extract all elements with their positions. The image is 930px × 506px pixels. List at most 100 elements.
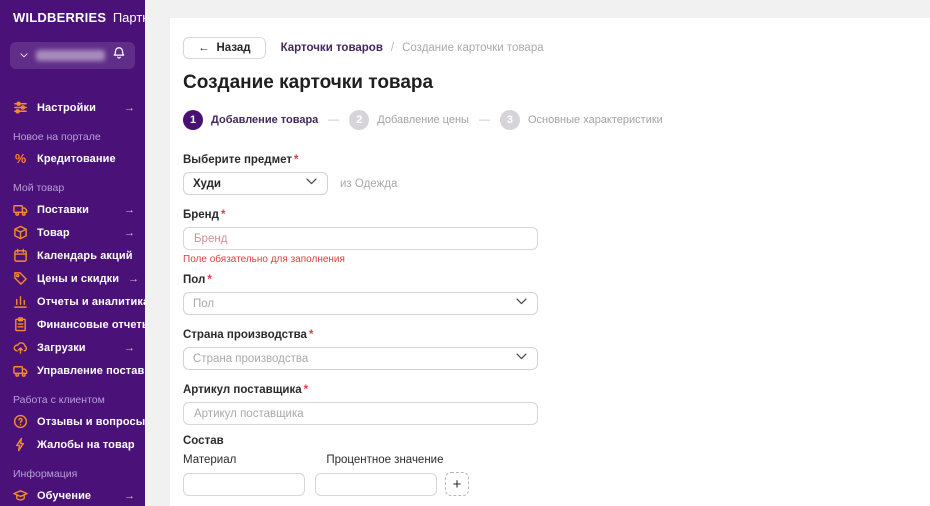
tag-icon (13, 271, 28, 286)
composition-section: Состав Материал Процентное значение + (183, 435, 910, 496)
step-3-label: Основные характеристики (528, 114, 663, 126)
subject-category-hint: из Одежда (340, 178, 397, 190)
cloud-upload-icon (13, 340, 28, 355)
article-input[interactable] (183, 402, 538, 425)
product-form: Выберите предмет* Худи из Одежда (183, 154, 910, 506)
required-mark: * (309, 329, 313, 341)
arrow-right-icon: → (124, 102, 135, 114)
clipboard-icon (13, 317, 28, 332)
step-2-label: Добавление цены (377, 114, 469, 126)
chevron-down-icon (305, 175, 318, 193)
stepper: 1 Добавление товара — 2 Добавление цены … (183, 110, 910, 130)
breadcrumb-link-product-cards[interactable]: Карточки товаров (281, 42, 383, 54)
sidebar-item-label: Товар (37, 227, 115, 239)
back-button-label: Назад (217, 42, 251, 54)
sidebar-item-label: Обучение (37, 490, 115, 502)
sidebar-item-financial-reports[interactable]: Финансовые отчеты (0, 313, 145, 336)
sidebar-section-new-on-portal: Новое на портале (13, 131, 145, 143)
arrow-right-icon: → (124, 342, 135, 354)
breadcrumb-current: Создание карточки товара (402, 42, 544, 54)
brand-error-message: Поле обязательно для заполнения (183, 254, 910, 265)
sidebar-item-supplies[interactable]: Поставки → (0, 198, 145, 221)
step-1-circle: 1 (183, 110, 203, 130)
sidebar-item-reports-analytics[interactable]: Отчеты и аналитика (0, 290, 145, 313)
sidebar-section-client-work: Работа с клиентом (13, 394, 145, 406)
sliders-icon (13, 100, 28, 115)
sidebar-item-label: Финансовые отчеты (37, 319, 151, 331)
required-mark: * (207, 274, 211, 286)
sidebar-item-label: Цены и скидки (37, 273, 119, 285)
sidebar-item-education[interactable]: Обучение → (0, 484, 145, 506)
sidebar-item-prices-discounts[interactable]: Цены и скидки → (0, 267, 145, 290)
sidebar-item-complaints[interactable]: Жалобы на товар → (0, 433, 145, 456)
brand-label: Бренд* (183, 209, 910, 221)
subject-select[interactable]: Худи (183, 172, 328, 195)
sidebar-item-promo-calendar[interactable]: Календарь акций (0, 244, 145, 267)
sidebar-item-supply-management[interactable]: Управление поставками → (0, 359, 145, 382)
sidebar-item-label: Поставки (37, 204, 115, 216)
country-select[interactable]: Страна производства (183, 347, 538, 370)
graduation-cap-icon (13, 488, 28, 503)
country-select-placeholder: Страна производства (193, 353, 515, 365)
lightning-icon (13, 437, 28, 452)
composition-label: Состав (183, 435, 910, 447)
step-2-circle: 2 (349, 110, 369, 130)
sidebar-item-uploads[interactable]: Загрузки → (0, 336, 145, 359)
sidebar-item-label: Жалобы на товар (37, 439, 135, 451)
step-3-circle: 3 (500, 110, 520, 130)
required-mark: * (221, 209, 225, 221)
chevron-down-icon (515, 295, 528, 313)
brand-input[interactable] (183, 227, 538, 250)
field-article: Артикул поставщика* (183, 384, 910, 425)
sidebar-item-reviews-questions[interactable]: Отзывы и вопросы (0, 410, 145, 433)
breadcrumb-separator: / (391, 42, 394, 54)
step-1-label: Добавление товара (211, 114, 318, 126)
wildberries-logo: WILDBERRIES Партнёры (0, 0, 145, 25)
account-selector[interactable] (10, 42, 135, 69)
calendar-icon (13, 248, 28, 263)
country-label: Страна производства* (183, 329, 910, 341)
question-circle-icon (13, 414, 28, 429)
material-label: Материал (183, 454, 236, 466)
sidebar-item-label: Отчеты и аналитика (37, 296, 149, 308)
main-area: ← Назад Карточки товаров / Создание карт… (145, 0, 930, 506)
truck-icon (13, 363, 28, 378)
sidebar-item-goods[interactable]: Товар → (0, 221, 145, 244)
gender-select[interactable]: Пол (183, 292, 538, 315)
sidebar-item-settings[interactable]: Настройки → (0, 96, 145, 119)
arrow-left-icon: ← (198, 42, 210, 54)
percent-icon: % (13, 151, 28, 166)
page-header: ← Назад Карточки товаров / Создание карт… (183, 37, 910, 59)
material-input[interactable] (183, 473, 305, 496)
percent-column: Процентное значение (326, 454, 443, 472)
sidebar-item-label: Отзывы и вопросы (37, 416, 145, 428)
subject-label: Выберите предмет* (183, 154, 910, 166)
sidebar-section-my-goods: Мой товар (13, 182, 145, 194)
arrow-right-icon: → (128, 273, 139, 285)
back-button[interactable]: ← Назад (183, 37, 266, 59)
step-dash: — (328, 114, 339, 126)
logo-brand-text: WILDBERRIES (13, 10, 106, 25)
step-dash: — (479, 114, 490, 126)
sidebar-item-label: Загрузки (37, 342, 115, 354)
truck-icon (13, 202, 28, 217)
sidebar-item-crediting[interactable]: % Кредитование (0, 147, 145, 170)
field-subject: Выберите предмет* Худи из Одежда (183, 154, 910, 195)
content-card: ← Назад Карточки товаров / Создание карт… (170, 18, 930, 506)
gender-label: Пол* (183, 274, 910, 286)
field-gender: Пол* Пол (183, 274, 910, 315)
chevron-down-icon (19, 47, 29, 65)
percent-input[interactable] (315, 473, 437, 496)
add-material-button[interactable]: + (445, 472, 469, 496)
sidebar: WILDBERRIES Партнёры (0, 0, 145, 506)
page-title: Создание карточки товара (183, 72, 910, 94)
app-window: WILDBERRIES Партнёры (0, 0, 930, 506)
percent-label: Процентное значение (326, 454, 443, 466)
article-label: Артикул поставщика* (183, 384, 910, 396)
arrow-right-icon: → (124, 227, 135, 239)
notifications-bell-icon[interactable] (112, 46, 126, 65)
account-name-redacted (36, 50, 105, 61)
field-brand: Бренд* Поле обязательно для заполнения (183, 209, 910, 265)
material-column: Материал (183, 454, 236, 472)
gender-select-placeholder: Пол (193, 298, 515, 310)
